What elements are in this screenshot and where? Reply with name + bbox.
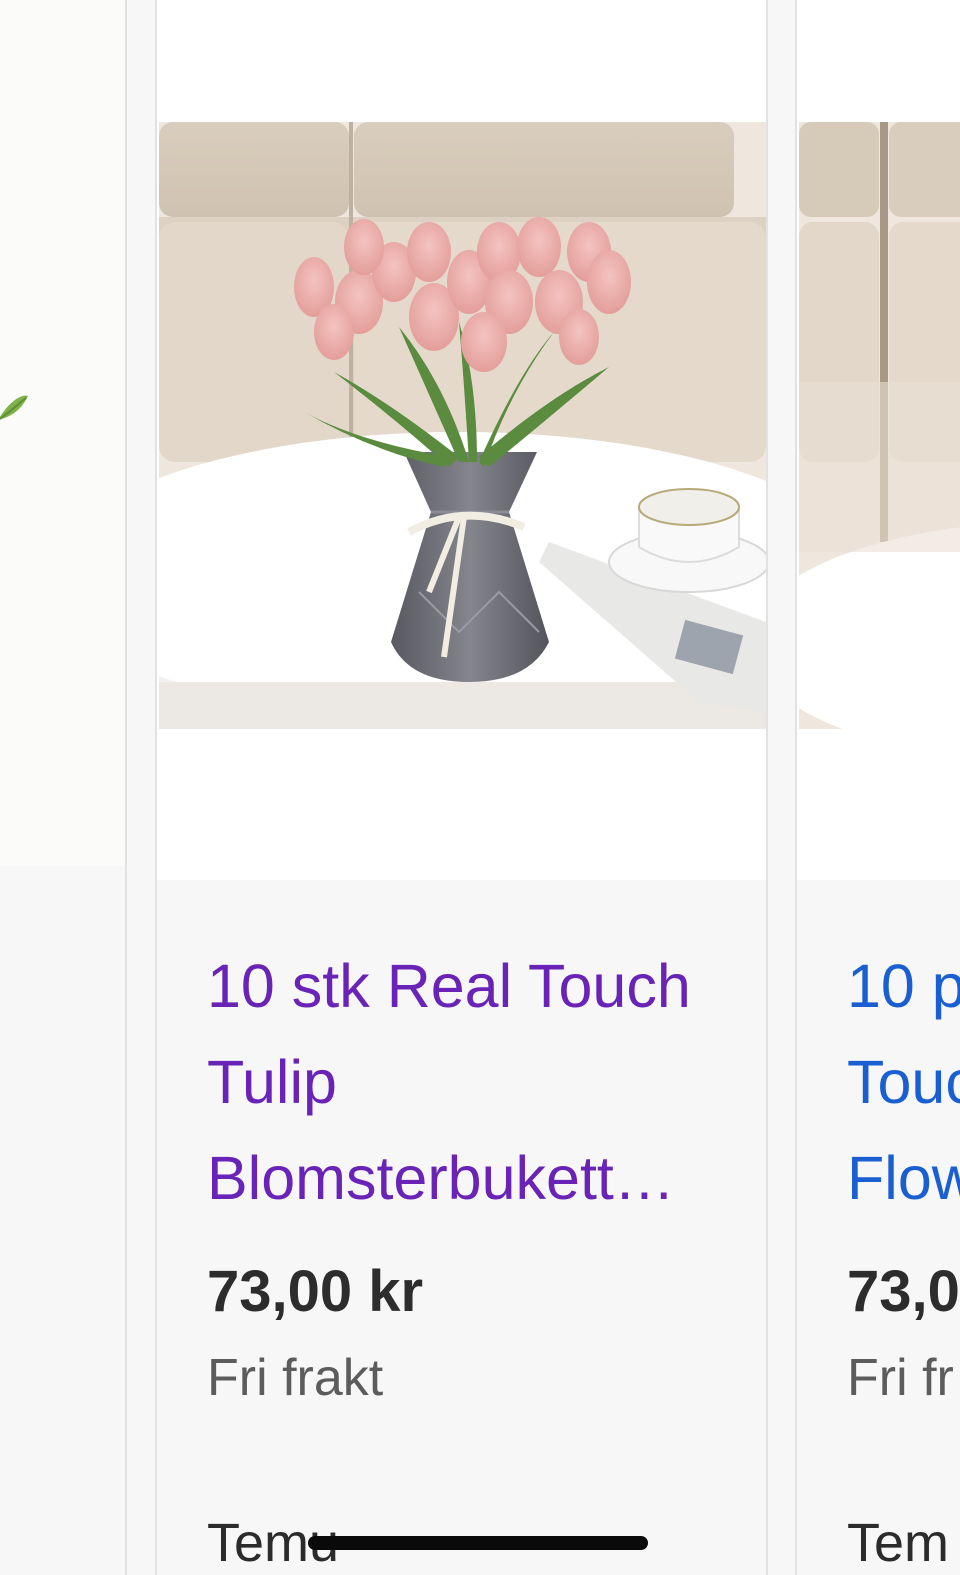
product-title-line: Flow [847,1144,960,1212]
product-image-area[interactable] [157,0,766,880]
product-card[interactable]: 10 stk Real Touch Tulip Blomsterbukett… … [155,0,768,1575]
product-image[interactable] [159,122,766,729]
product-image-leaf [0,0,125,866]
product-card-next[interactable]: 10 p Touc Flow 73,0 Fri fr Tem [795,0,960,1575]
tulip-image-partial [799,122,960,729]
product-title-line: 10 p [847,952,960,1020]
product-title-line: Blomsterbukett… [207,1144,675,1212]
product-title-link[interactable]: 10 stk Real Touch Tulip Blomsterbukett… [207,938,747,1226]
product-title-line: Touc [847,1048,960,1116]
product-title-line: Tulip [207,1048,337,1116]
product-image-area[interactable] [797,0,960,880]
product-image[interactable] [799,122,960,729]
shipping-info: Fri fr [847,1349,954,1407]
tulip-bouquet-image [159,122,766,729]
product-card-previous[interactable] [0,0,127,1575]
product-title-link[interactable]: 10 p Touc Flow [847,938,960,1226]
product-price: 73,0 [847,1259,960,1324]
product-title-line: 10 stk Real Touch [207,952,691,1020]
product-image-area[interactable] [0,0,125,866]
store-name: Tem [847,1513,950,1573]
home-indicator[interactable] [308,1536,648,1550]
shipping-info: Fri frakt [207,1349,384,1407]
product-price: 73,00 kr [207,1259,424,1324]
